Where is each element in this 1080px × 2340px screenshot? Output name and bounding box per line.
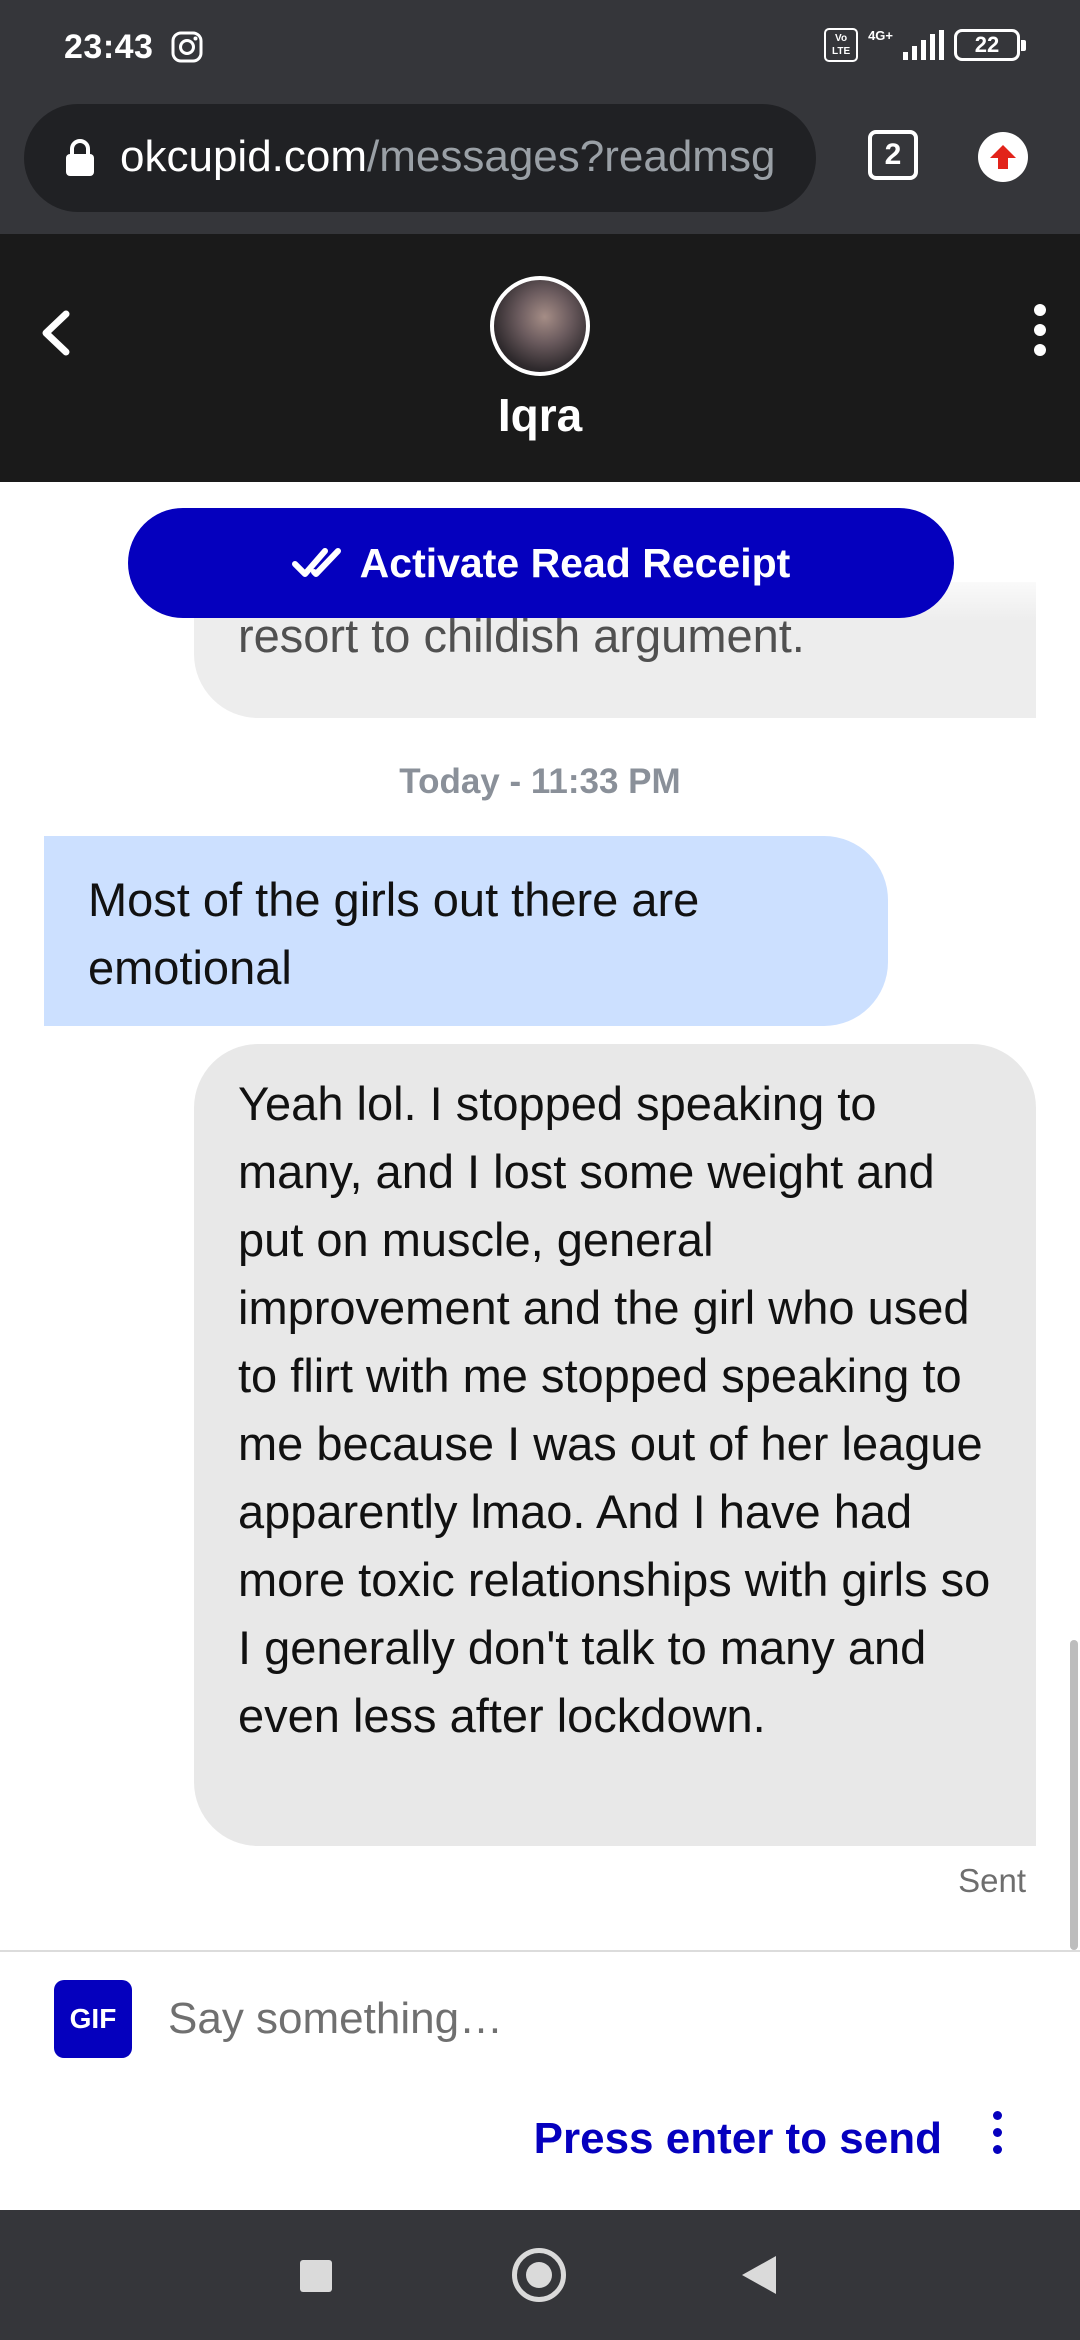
home-icon[interactable] bbox=[512, 2248, 566, 2302]
signal-icon bbox=[903, 30, 944, 60]
address-bar[interactable]: okcupid.com/messages?readmsg bbox=[24, 104, 816, 212]
tab-switcher-button[interactable]: 2 bbox=[868, 130, 918, 180]
message-timestamp: Today - 11:33 PM bbox=[399, 762, 681, 801]
url-domain: okcupid.com bbox=[120, 132, 368, 181]
double-check-icon bbox=[291, 548, 341, 577]
send-hint: Press enter to send bbox=[533, 2114, 942, 2163]
url-text: okcupid.com/messages?readmsg bbox=[120, 132, 775, 182]
scrollbar[interactable] bbox=[1070, 1640, 1078, 1950]
browser-toolbar: okcupid.com/messages?readmsg 2 bbox=[0, 100, 1080, 234]
composer-more-icon[interactable] bbox=[982, 2108, 1012, 2168]
message-composer: GIF Press enter to send bbox=[0, 1950, 1080, 2210]
status-icons: Vo LTE 4G+ 22 bbox=[824, 27, 1026, 62]
delivery-status: Sent bbox=[958, 1862, 1026, 1899]
status-time: 23:43 bbox=[64, 28, 154, 66]
volte-icon: Vo LTE bbox=[824, 28, 859, 62]
battery-icon: 22 bbox=[954, 29, 1026, 61]
instagram-icon bbox=[171, 31, 203, 63]
avatar[interactable] bbox=[490, 276, 590, 376]
network-type-label: 4G+ bbox=[868, 27, 893, 43]
gif-button[interactable]: GIF bbox=[54, 1980, 132, 2058]
lock-icon bbox=[66, 139, 94, 176]
back-arrow-icon[interactable] bbox=[36, 308, 76, 358]
recents-icon[interactable] bbox=[300, 2260, 332, 2292]
message-list[interactable]: resort to childish argument. Activate Re… bbox=[0, 482, 1080, 1950]
read-receipt-label: Activate Read Receipt bbox=[359, 539, 791, 586]
status-bar: 23:43 Vo LTE 4G+ 22 bbox=[0, 0, 1080, 100]
system-back-icon[interactable] bbox=[742, 2256, 776, 2294]
url-path: /messages?readmsg bbox=[367, 132, 776, 181]
arrow-up-icon bbox=[990, 145, 1016, 169]
outgoing-message-bubble: Yeah lol. I stopped speaking to many, an… bbox=[194, 1044, 1036, 1846]
message-input[interactable] bbox=[168, 1974, 1028, 2064]
activate-read-receipt-button[interactable]: Activate Read Receipt bbox=[128, 508, 954, 618]
system-nav-bar bbox=[0, 2210, 1080, 2340]
more-vert-icon[interactable] bbox=[1020, 300, 1060, 360]
contact-name[interactable]: Iqra bbox=[0, 388, 1080, 442]
incoming-message-bubble: Most of the girls out there are emotiona… bbox=[44, 836, 888, 1026]
chat-header: Iqra bbox=[0, 234, 1080, 482]
update-icon[interactable] bbox=[978, 132, 1028, 182]
